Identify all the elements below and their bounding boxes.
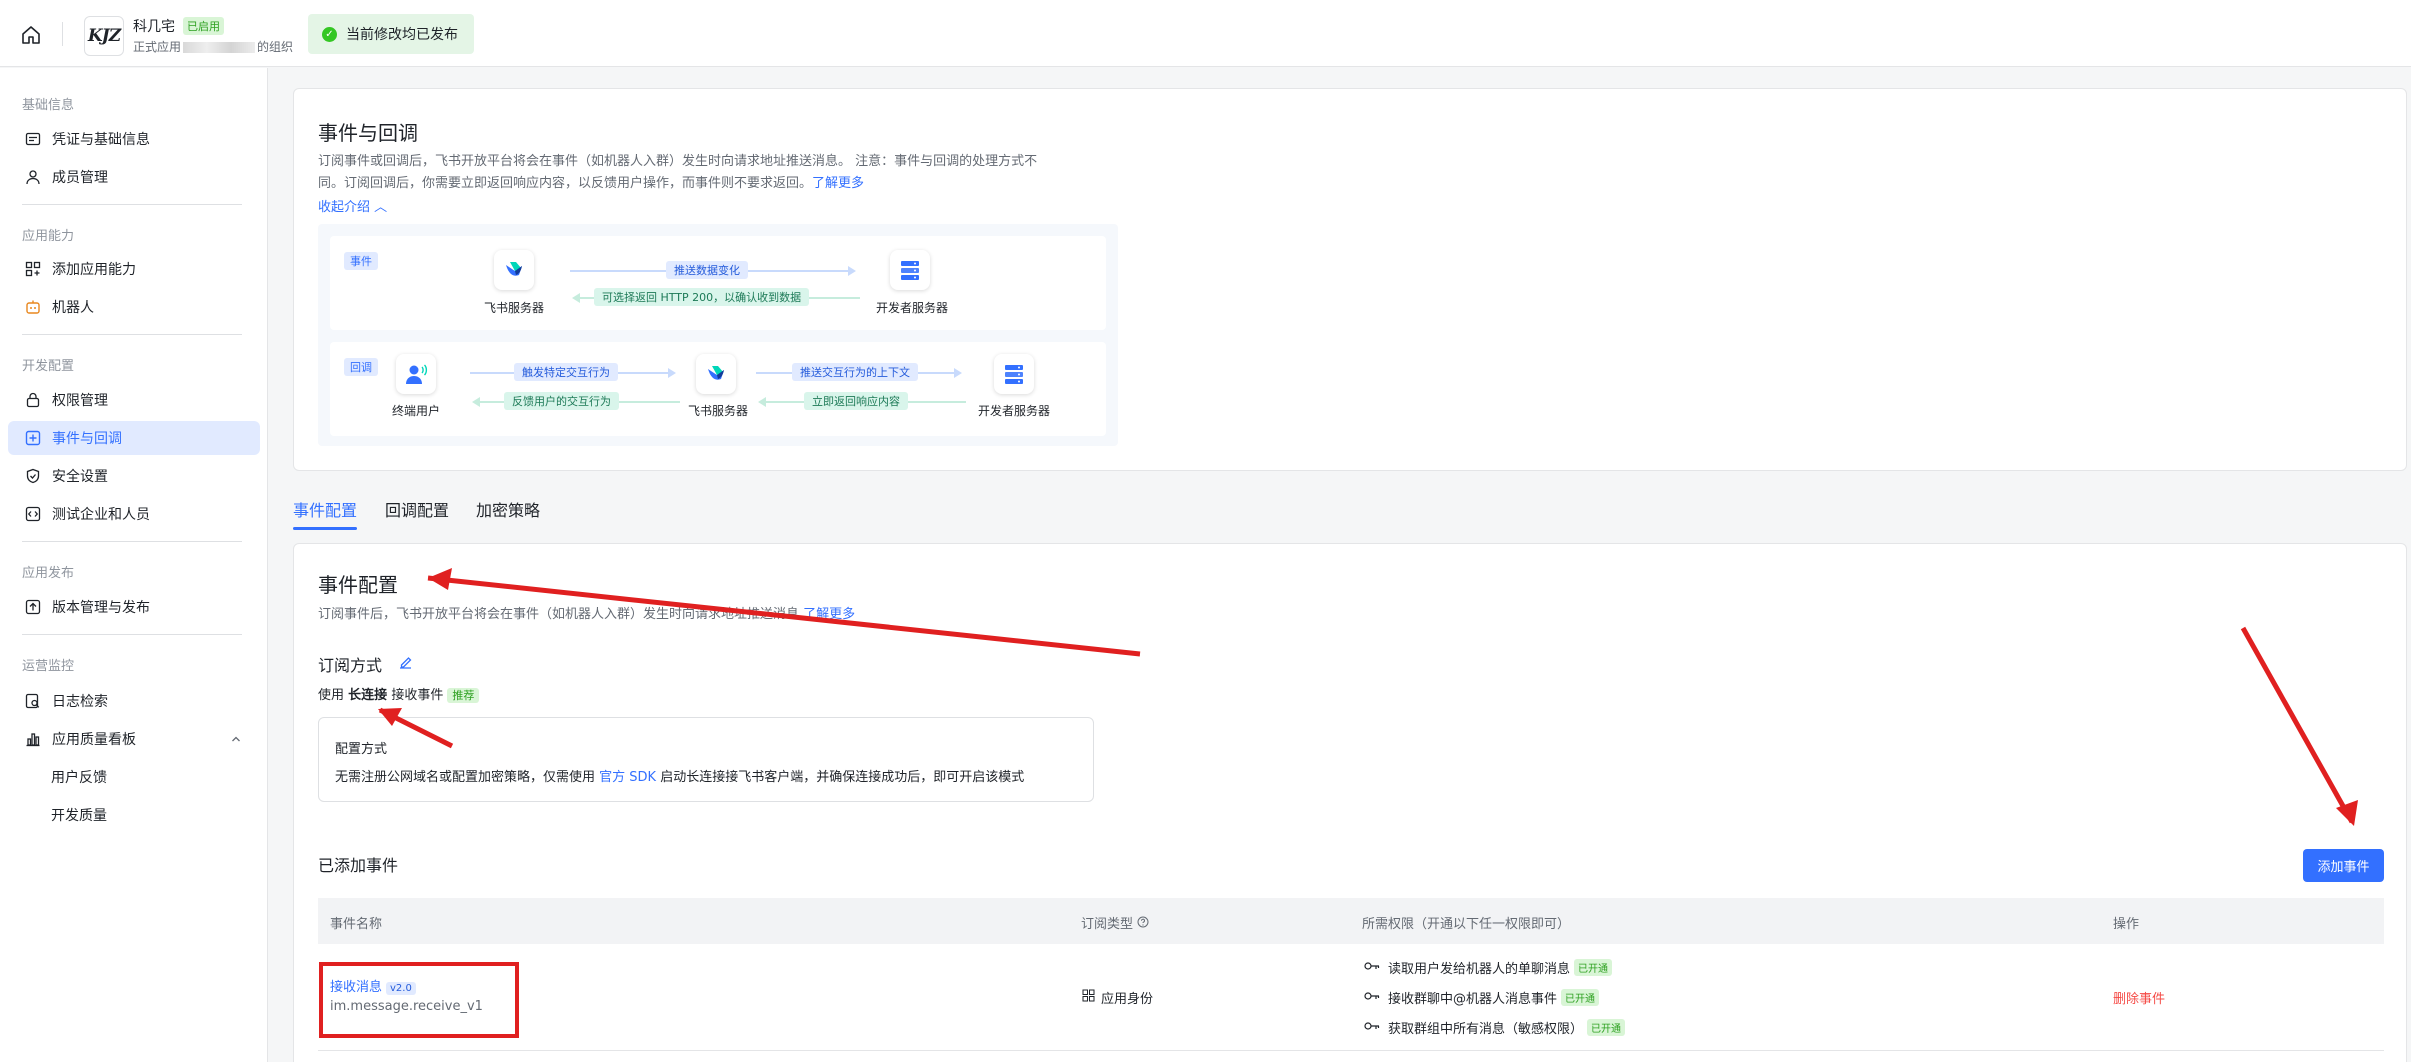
annotation-arrowhead xyxy=(428,568,452,590)
annotation-arrow-add-button xyxy=(2240,626,2355,824)
annotation-arrow-title xyxy=(427,575,1141,657)
annotation-box-event xyxy=(319,962,519,1038)
annotation-overlay xyxy=(319,568,2358,1038)
